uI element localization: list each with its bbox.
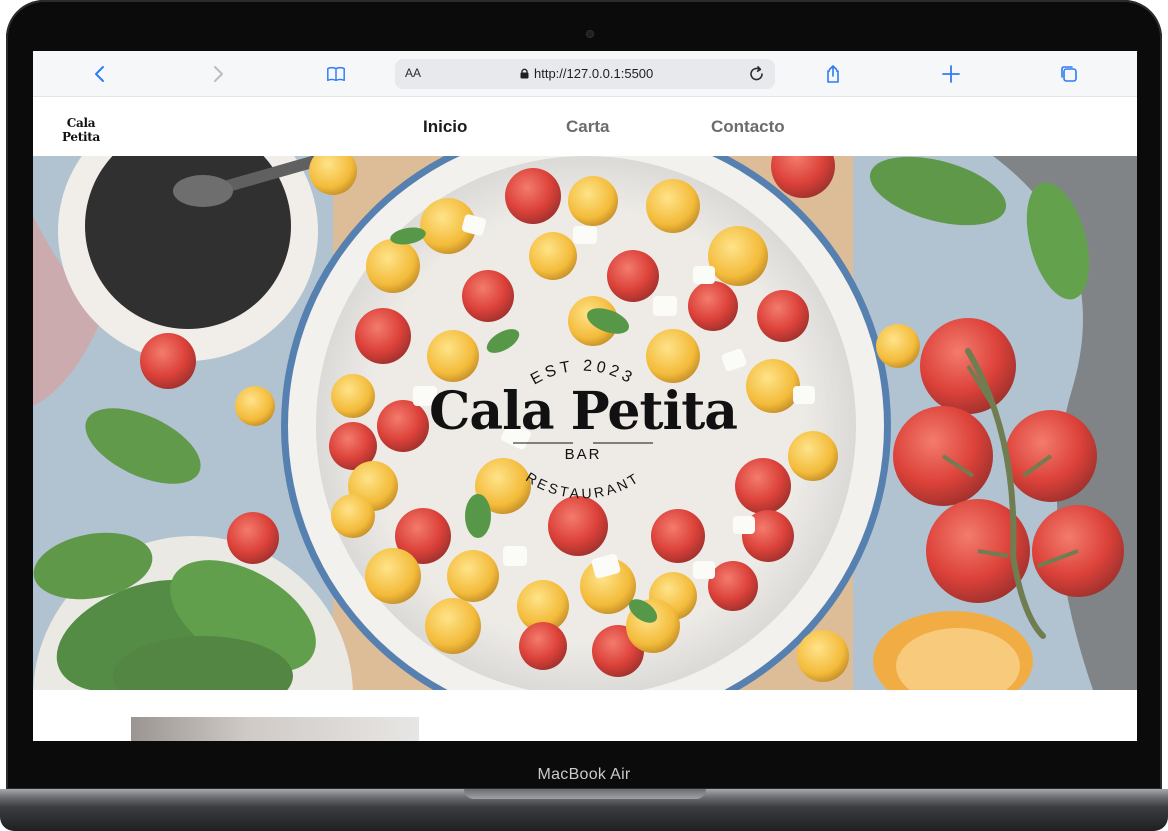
hero-banner: EST 2023 RESTAURANT Cala Petita BAR xyxy=(33,156,1137,690)
share-icon xyxy=(827,65,839,83)
laptop-notch xyxy=(464,789,706,799)
camera xyxy=(586,30,594,38)
hero-bar-text: BAR xyxy=(564,446,602,463)
tabs-icon xyxy=(1061,66,1077,82)
bookmarks-button[interactable] xyxy=(321,59,351,89)
address-bar[interactable]: AA http://127.0.0.1:5500 xyxy=(395,59,775,89)
share-button[interactable] xyxy=(818,59,848,89)
content-image xyxy=(131,717,419,741)
url-display[interactable]: http://127.0.0.1:5500 xyxy=(520,66,653,81)
reader-aa-button[interactable]: AA xyxy=(405,66,421,80)
site-logo[interactable]: Cala Petita xyxy=(51,109,111,144)
device-label: MacBook Air xyxy=(537,766,631,783)
tabs-overview-button[interactable] xyxy=(1054,59,1084,89)
site-logo-text: Cala Petita xyxy=(62,116,100,144)
nav-link-inicio[interactable]: Inicio xyxy=(423,117,467,137)
reload-icon[interactable] xyxy=(747,64,767,84)
hero-logo: EST 2023 RESTAURANT Cala Petita BAR xyxy=(413,331,753,511)
new-tab-button[interactable] xyxy=(936,59,966,89)
laptop-lid: AA http://127.0.0.1:5500 Cala Petita Ini… xyxy=(6,0,1162,790)
nav-link-carta[interactable]: Carta xyxy=(566,117,609,137)
forward-button[interactable] xyxy=(203,59,233,89)
chevron-right-icon xyxy=(214,66,223,82)
site-navbar: Cala Petita Inicio Carta Contacto xyxy=(33,97,1137,156)
svg-text:RESTAURANT: RESTAURANT xyxy=(523,469,643,502)
browser-toolbar: AA http://127.0.0.1:5500 xyxy=(33,51,1137,97)
back-button[interactable] xyxy=(85,59,115,89)
main-content xyxy=(33,690,1137,741)
browser-window: AA http://127.0.0.1:5500 Cala Petita Ini… xyxy=(33,51,1137,741)
hero-title: Cala Petita xyxy=(429,381,738,442)
url-text: http://127.0.0.1:5500 xyxy=(534,66,654,81)
nav-link-contacto[interactable]: Contacto xyxy=(711,117,785,137)
hero-restaurant-text: RESTAURANT xyxy=(523,469,640,502)
plus-icon xyxy=(942,65,960,83)
chevron-left-icon xyxy=(95,66,104,82)
lock-icon xyxy=(520,68,529,79)
book-icon xyxy=(327,66,345,82)
